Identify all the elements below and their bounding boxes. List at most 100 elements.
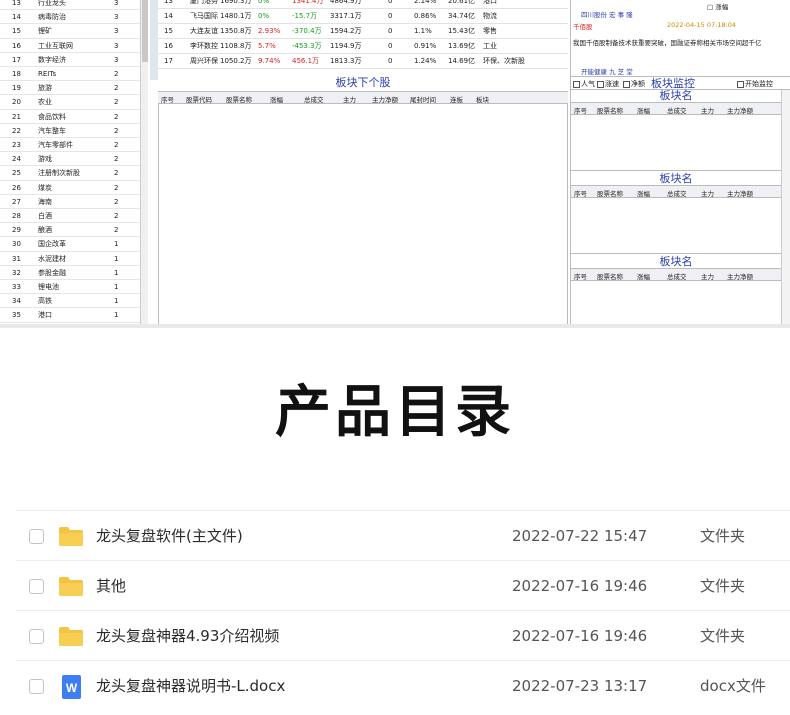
- column-header[interactable]: 股票名称: [597, 271, 623, 281]
- sector-index: 25: [12, 169, 21, 178]
- column-header[interactable]: 股票名称: [226, 94, 252, 104]
- stock-name: 厦门港务: [190, 0, 218, 5]
- file-name[interactable]: 龙头复盘神器说明书-L.docx: [96, 677, 285, 695]
- sector-list-item[interactable]: 18 REITs 2: [0, 67, 140, 82]
- stock-index: 15: [164, 27, 173, 35]
- sector-count: 1: [114, 240, 119, 249]
- stock-row[interactable]: 17 周兴环保 1050.2万 9.74% 456.1万 1813.3万 0 1.24% 14.…: [158, 54, 568, 69]
- news-line[interactable]: 四川股份 宏 事 隆: [581, 9, 633, 19]
- column-header[interactable]: 股票代码: [186, 94, 212, 104]
- stock-row[interactable]: 13 厦门港务 1690.3万 0% 1341.4万 4864.9万 0 2.14% 20.61…: [158, 0, 568, 9]
- stock-board-count: 0: [388, 0, 393, 5]
- sector-list-item[interactable]: 17 数字经济 3: [0, 53, 140, 67]
- column-header[interactable]: 涨幅: [637, 271, 650, 281]
- stock-net-flow: 456.1万: [292, 57, 320, 65]
- sector-list-item[interactable]: 26 煤炭 2: [0, 181, 140, 195]
- column-header[interactable]: 板块: [476, 94, 489, 104]
- sector-list-item[interactable]: 23 汽车零部件 2: [0, 138, 140, 153]
- option-speed[interactable]: 涨速: [597, 79, 619, 89]
- column-header[interactable]: 涨幅: [637, 188, 650, 198]
- column-header[interactable]: 主力净额: [372, 94, 398, 104]
- file-row[interactable]: 其他 2022-07-16 19:46 文件夹: [16, 560, 790, 610]
- stock-board-count: 0: [388, 12, 393, 20]
- sector-name: 参股金融: [38, 268, 66, 277]
- column-header[interactable]: 涨幅: [637, 105, 650, 115]
- sector-list-item[interactable]: 31 水泥建材 1: [0, 252, 140, 266]
- stock-row[interactable]: 15 大连友谊 1350.8万 2.93% -370.4万 1594.2万 0 1.1% 15.…: [158, 24, 568, 39]
- sector-list-item[interactable]: 21 食品饮料 2: [0, 110, 140, 124]
- column-header[interactable]: 主力净额: [727, 105, 753, 115]
- file-name[interactable]: 龙头复盘神器4.93介绍视频: [96, 627, 279, 645]
- column-header[interactable]: 尾封时间: [410, 94, 436, 104]
- svg-text:W: W: [66, 681, 78, 695]
- file-row[interactable]: 龙头复盘神器4.93介绍视频 2022-07-16 19:46 文件夹: [16, 610, 790, 660]
- stock-market-cap: 13.69亿: [448, 42, 476, 50]
- column-header[interactable]: 总成交: [667, 271, 687, 281]
- file-checkbox[interactable]: [29, 579, 44, 594]
- sector-list-item[interactable]: 27 海南 2: [0, 195, 140, 209]
- column-header[interactable]: 序号: [161, 94, 174, 104]
- column-header[interactable]: 股票名称: [597, 105, 623, 115]
- column-header[interactable]: 主力: [701, 271, 714, 281]
- stock-board-count: 0: [388, 27, 393, 35]
- file-name[interactable]: 其他: [96, 577, 126, 595]
- sector-name: 工业互联网: [38, 41, 73, 50]
- option-popularity[interactable]: 人气: [573, 79, 595, 89]
- sector-stocks-title: 板块下个股: [335, 76, 391, 89]
- sector-index: 18: [12, 70, 21, 78]
- column-header[interactable]: 主力净额: [727, 188, 753, 198]
- column-header[interactable]: 总成交: [667, 188, 687, 198]
- column-header[interactable]: 连板: [450, 94, 463, 104]
- column-header[interactable]: 总成交: [304, 94, 324, 104]
- sector-name: REITs: [38, 70, 57, 78]
- sector-list-item[interactable]: 34 高铁 1: [0, 294, 140, 309]
- file-list: 龙头复盘软件(主文件) 2022-07-22 15:47 文件夹 其他 2022-07-…: [16, 510, 790, 715]
- column-header[interactable]: 主力: [701, 188, 714, 198]
- sector-list-item[interactable]: 22 汽车整车 2: [0, 124, 140, 138]
- column-header[interactable]: 序号: [574, 105, 587, 115]
- file-type: docx文件: [700, 677, 766, 695]
- column-header[interactable]: 股票名称: [597, 188, 623, 198]
- stock-row[interactable]: 14 飞马国际 1480.1万 0% -15.7万 3317.1万 0 0.86% 34.74亿…: [158, 9, 568, 24]
- file-checkbox[interactable]: [29, 629, 44, 644]
- sector-list-item[interactable]: 13 行业龙头 3: [0, 0, 140, 11]
- sector-list-item[interactable]: 14 病毒防治 3: [0, 10, 140, 25]
- sector-list-item[interactable]: 30 国企改革 1: [0, 237, 140, 252]
- sector-list-item[interactable]: 35 港口 1: [0, 308, 140, 323]
- stock-volume: 1108.8万: [220, 42, 252, 50]
- sector-index: 16: [12, 41, 21, 50]
- sector-list-item[interactable]: 32 参股金融 1: [0, 266, 140, 280]
- file-name[interactable]: 龙头复盘软件(主文件): [96, 527, 243, 545]
- column-header[interactable]: 涨幅: [270, 94, 283, 104]
- start-monitor-checkbox[interactable]: 开始监控: [737, 79, 773, 89]
- file-checkbox[interactable]: [29, 529, 44, 544]
- news-line[interactable]: □ 涨幅: [707, 1, 728, 11]
- stock-row[interactable]: 16 李环数控 1108.8万 5.7% -453.3万 1194.9万 0 0.91% 13.…: [158, 39, 568, 54]
- sector-list-item[interactable]: 28 白酒 2: [0, 209, 140, 224]
- column-header[interactable]: 序号: [574, 271, 587, 281]
- column-header[interactable]: 总成交: [667, 105, 687, 115]
- sector-count: 2: [114, 197, 119, 206]
- file-row[interactable]: 龙头复盘软件(主文件) 2022-07-22 15:47 文件夹: [16, 510, 790, 560]
- monitor-scrollbar[interactable]: [781, 90, 790, 325]
- option-net[interactable]: 净额: [623, 79, 645, 89]
- sector-list-item[interactable]: 25 注册制次新股 2: [0, 166, 140, 181]
- news-line[interactable]: 开能健康 九 芝 堂: [581, 66, 633, 76]
- column-header[interactable]: 序号: [574, 188, 587, 198]
- sector-list-item[interactable]: 15 锂矿 3: [0, 24, 140, 39]
- sector-list-item[interactable]: 19 旅游 2: [0, 81, 140, 96]
- sector-list-scrollbar[interactable]: [140, 0, 148, 325]
- block-header: 序号 股票名称 涨幅 总成交 主力 主力净额: [571, 102, 781, 115]
- column-header[interactable]: 主力净额: [727, 271, 753, 281]
- sector-list-item[interactable]: 24 游戏 2: [0, 152, 140, 167]
- file-row[interactable]: W 龙头复盘神器说明书-L.docx 2022-07-23 13:17 docx文件: [16, 660, 790, 710]
- stock-change-pct: 9.74%: [258, 57, 281, 65]
- sector-list-item[interactable]: 29 酿酒 2: [0, 223, 140, 238]
- sector-list-item[interactable]: 20 农业 2: [0, 95, 140, 110]
- column-header[interactable]: 主力: [701, 105, 714, 115]
- sector-list-item[interactable]: 33 锂电池 1: [0, 280, 140, 295]
- sector-list-item[interactable]: 16 工业互联网 3: [0, 39, 140, 53]
- file-checkbox[interactable]: [29, 679, 44, 694]
- column-header[interactable]: 主力: [343, 94, 356, 104]
- stock-industry: 物流: [483, 12, 497, 20]
